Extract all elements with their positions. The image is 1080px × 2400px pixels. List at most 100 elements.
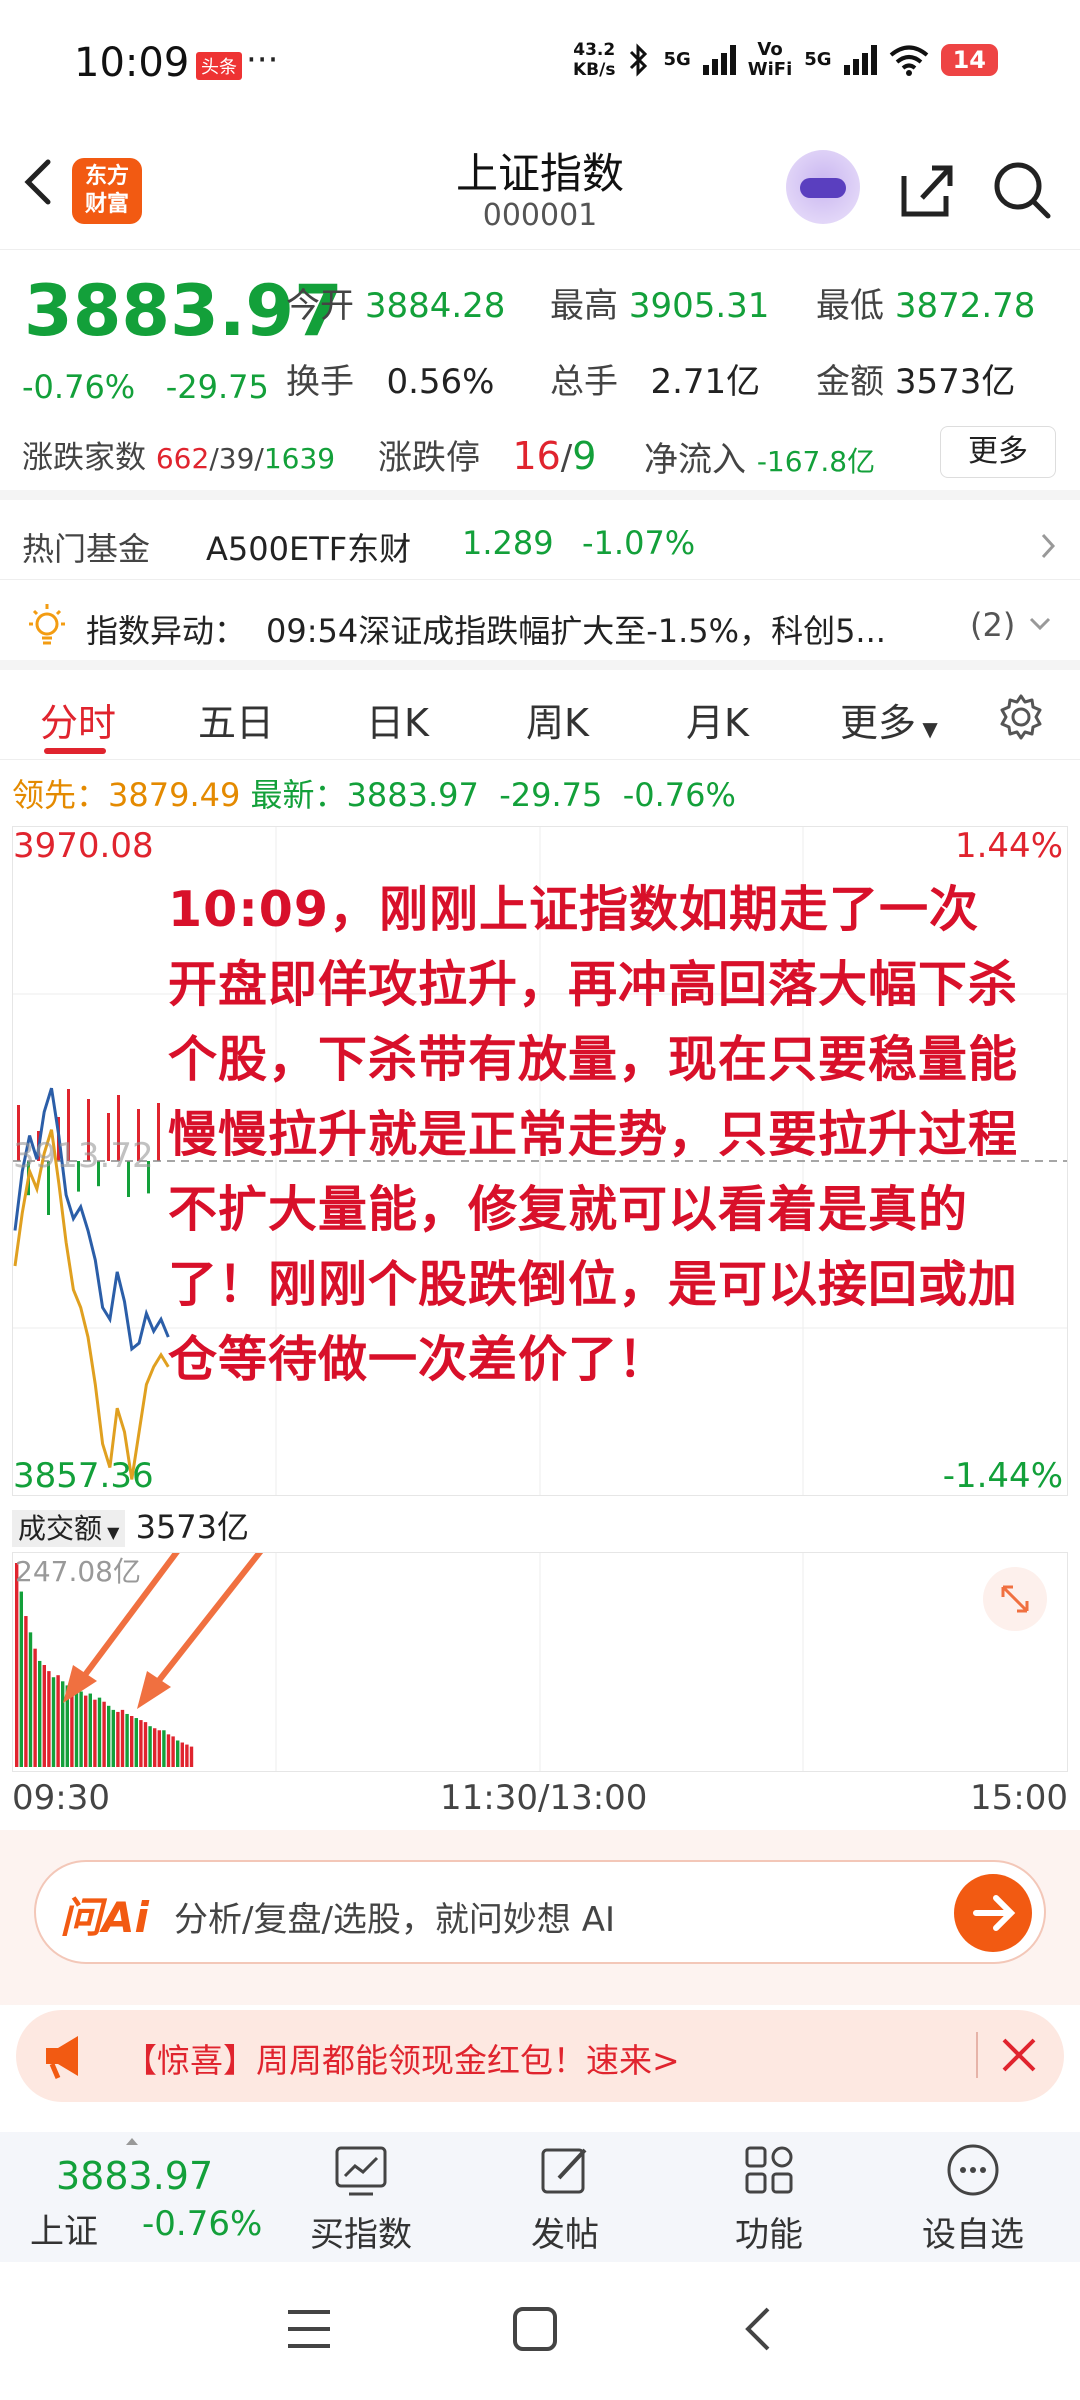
tab-more[interactable]: 更多 ▼ (840, 692, 938, 747)
mini-index-name: 上证 (30, 2212, 98, 2252)
post-button[interactable]: 发帖 (490, 2142, 640, 2256)
alert-label: 指数异动： (86, 612, 247, 650)
back-nav-icon[interactable] (738, 2304, 778, 2354)
alert-count: (2) (970, 606, 1016, 644)
menu-icon[interactable] (284, 2306, 334, 2352)
pct-max-label: 1.44% (955, 827, 1063, 866)
average-price-line (13, 1129, 170, 1480)
volume-bar (84, 1695, 88, 1767)
add-watchlist-button[interactable]: 设自选 (898, 2142, 1048, 2256)
share-icon[interactable] (894, 158, 958, 222)
pct-min-label: -1.44% (943, 1456, 1063, 1495)
volume-type-select[interactable]: 成交额 ▼ (12, 1510, 126, 1547)
more-circle-icon (947, 2144, 999, 2196)
signal-bars-icon-2 (843, 45, 877, 75)
change-percent: -0.76% (22, 368, 136, 406)
volume-bar (148, 1726, 152, 1767)
tick-bar (157, 1103, 160, 1161)
promo-divider (976, 2032, 978, 2078)
dropdown-arrow-icon: ▼ (916, 717, 938, 741)
tab-monthly-k[interactable]: 月K (686, 692, 749, 747)
news-badge: 头条 (196, 52, 242, 80)
volume-bar (176, 1740, 180, 1767)
chart-trend-icon (335, 2146, 387, 2196)
fund-name: A500ETF东财 (206, 530, 412, 568)
volume-bar (93, 1699, 97, 1767)
volume-bar (134, 1718, 138, 1767)
volume-max-label: 247.08亿 (15, 1555, 141, 1588)
volume-bar (74, 1687, 79, 1767)
volume-bar (88, 1693, 92, 1767)
megaphone-icon (46, 2036, 78, 2079)
price-change: -0.76% -29.75 (22, 368, 269, 406)
volume-bar (19, 1591, 23, 1767)
volume-bar (24, 1616, 28, 1767)
y-max-label: 3970.08 (13, 827, 154, 866)
bottom-action-bar: 3883.97 上证 -0.76% 买指数 发帖 功能 设自选 (0, 2132, 1080, 2262)
index-alert-bar[interactable]: 指数异动： 09:54深证成指跌幅扩大至-1.5%，科创5... (2) (0, 590, 1080, 670)
volume-bar (79, 1691, 83, 1767)
header-bar: 东方 财富 上证指数 000001 (0, 130, 1080, 250)
arrow-right-icon (973, 1895, 1016, 1931)
volume-chart[interactable]: 247.08亿 (12, 1531, 1068, 1772)
volume-bar (139, 1720, 143, 1767)
settings-gear-icon[interactable] (996, 692, 1046, 742)
tab-intraday[interactable]: 分时 (40, 692, 116, 747)
volume-bar (33, 1648, 37, 1767)
volume-bar (180, 1742, 184, 1767)
promo-banner[interactable]: 【惊喜】周周都能领现金红包！速来> (16, 2010, 1064, 2102)
commentary-overlay: 10:09，刚刚上证指数如期走了一次开盘即佯攻拉升，再冲高回落大幅下杀个股，下杀… (168, 881, 1019, 1388)
volume-stat: 总手 2.71亿 (550, 362, 761, 402)
ai-submit-button[interactable] (954, 1874, 1032, 1952)
more-notifications-icon: ··· (246, 40, 279, 80)
volume-bar (111, 1709, 115, 1767)
ai-search-input[interactable]: 问Ai 分析/复盘/选股，就问妙想 AI (34, 1860, 1046, 1964)
tab-weekly-k[interactable]: 周K (526, 692, 589, 747)
edit-icon (541, 2148, 587, 2194)
promo-text: 【惊喜】周周都能领现金红包！速来> (124, 2041, 680, 2080)
total-amount: 3573亿 (135, 1508, 250, 1546)
chevron-down-icon (1029, 617, 1051, 631)
alert-text: 09:54深证成指跌幅扩大至-1.5%，科创5... (266, 612, 886, 650)
vowifi-label: Vo WiFi (747, 39, 793, 80)
ai-assistant-avatar[interactable] (786, 150, 860, 224)
lead-latest-line: 领先：3879.49 最新：3883.97 -29.75 -0.76% (12, 776, 736, 814)
y-mid-label: 3913.72 (13, 1136, 154, 1176)
turnover-stat: 换手 0.56% (286, 362, 495, 402)
volume-bar (56, 1675, 60, 1767)
high-stat: 最高 3905.31 (550, 286, 770, 326)
volume-bar (185, 1744, 189, 1767)
volume-bar (143, 1722, 148, 1767)
signal-5g-label-2: 5G (804, 49, 832, 70)
tab-five-day[interactable]: 五日 (198, 692, 274, 747)
time-midday: 11:30/13:00 (440, 1778, 648, 1818)
volume-chart-svg: 247.08亿 (15, 1531, 804, 1771)
quote-panel: 3883.97 -0.76% -29.75 今开 3884.28 最高 3905… (0, 250, 1080, 500)
volume-bar (125, 1713, 129, 1767)
home-icon[interactable] (510, 2304, 560, 2354)
volume-bar (162, 1730, 166, 1767)
volume-header: 成交额 ▼ 3573亿 (12, 1502, 249, 1548)
time-open: 09:30 (12, 1778, 110, 1818)
volume-bar (70, 1689, 74, 1767)
hot-fund-bar[interactable]: 热门基金 A500ETF东财 1.289 -1.07% (0, 510, 1080, 580)
close-icon[interactable] (996, 2032, 1042, 2078)
search-icon[interactable] (990, 158, 1054, 222)
lead-change: -29.75 (499, 776, 603, 814)
signal-bars-icon (702, 45, 736, 75)
fund-price: 1.289 (462, 524, 554, 562)
features-button[interactable]: 功能 (694, 2142, 844, 2256)
amount-stat: 金额 3573亿 (816, 362, 1016, 402)
volume-bar (116, 1711, 120, 1767)
buy-index-button[interactable]: 买指数 (286, 2142, 436, 2256)
change-amount: -29.75 (165, 368, 269, 406)
volume-bars (15, 1563, 194, 1767)
signal-5g-label: 5G (663, 49, 691, 70)
more-stats-button[interactable]: 更多 (940, 426, 1056, 478)
ai-logo: 问Ai (60, 1893, 149, 1942)
tab-daily-k[interactable]: 日K (366, 692, 429, 747)
hot-fund-label: 热门基金 (22, 530, 151, 568)
expand-chart-icon[interactable] (983, 1567, 1047, 1631)
open-stat: 今开 3884.28 (286, 286, 506, 326)
bluetooth-icon (630, 43, 648, 77)
